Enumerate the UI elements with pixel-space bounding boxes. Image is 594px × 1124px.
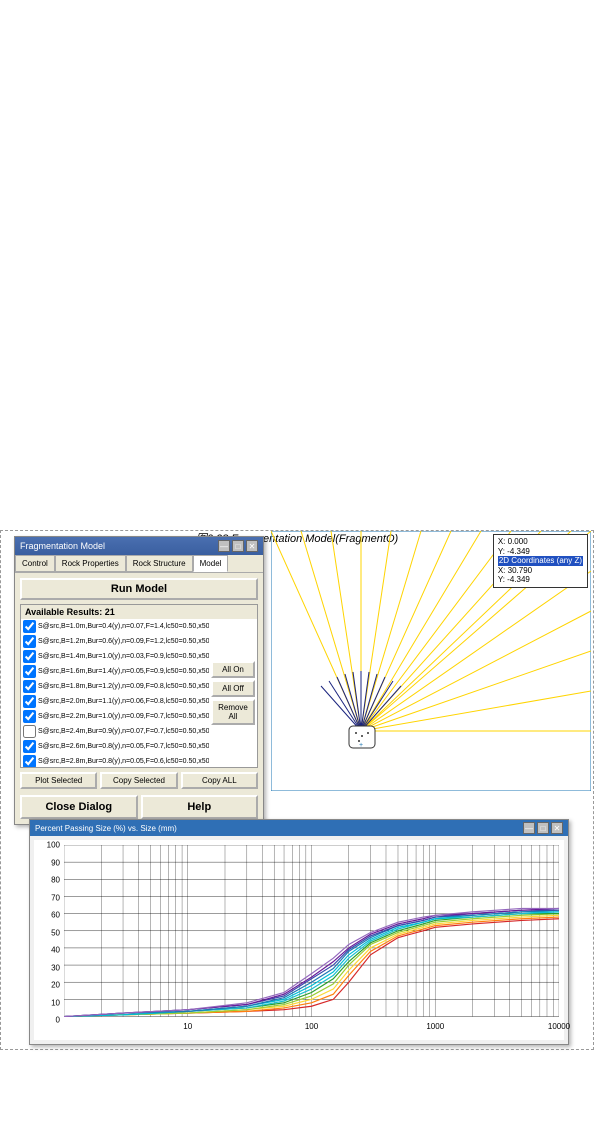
y-tick: 50 (51, 928, 60, 937)
plot-selected-button[interactable]: Plot Selected (20, 772, 97, 789)
minimize-icon[interactable]: — (523, 822, 535, 834)
result-text: S@src,B=1.8m,Bur=1.2(y),n=0.09,F=0.8,lc5… (38, 683, 209, 690)
result-checkbox[interactable] (23, 635, 36, 648)
result-text: S@src,B=1.0m,Bur=0.4(y),n=0.07,F=1.4,lc5… (38, 623, 209, 630)
result-text: S@src,B=2.6m,Bur=0.8(y),n=0.05,F=0.7,lc5… (38, 743, 209, 750)
tab-model[interactable]: Model (193, 555, 229, 572)
list-item[interactable]: S@src,B=2.4m,Bur=0.9(y),n=0.07,F=0.7,lc5… (21, 724, 209, 739)
list-item[interactable]: S@src,B=2.0m,Bur=1.1(y),n=0.06,F=0.8,lc5… (21, 694, 209, 709)
x-tick: 100 (305, 1022, 318, 1031)
result-checkbox[interactable] (23, 665, 36, 678)
tab-control[interactable]: Control (15, 555, 55, 572)
result-text: S@src,B=1.6m,Bur=1.4(y),n=0.05,F=0.9,lc5… (38, 668, 209, 675)
results-list[interactable]: S@src,B=1.0m,Bur=0.4(y),n=0.07,F=1.4,lc5… (21, 619, 209, 767)
y-tick: 10 (51, 998, 60, 1007)
chart-area: 0102030405060708090100 10100100010000 (34, 840, 564, 1040)
list-item[interactable]: S@src,B=1.6m,Bur=1.4(y),n=0.05,F=0.9,lc5… (21, 664, 209, 679)
result-checkbox[interactable] (23, 620, 36, 633)
list-item[interactable]: S@src,B=1.8m,Bur=1.2(y),n=0.09,F=0.8,lc5… (21, 679, 209, 694)
dialog-title: Fragmentation Model (20, 541, 105, 551)
results-header: Available Results: 21 (21, 605, 257, 619)
result-checkbox[interactable] (23, 725, 36, 738)
result-text: S@src,B=1.4m,Bur=1.0(y),n=0.03,F=0.9,lc5… (38, 653, 209, 660)
run-model-button[interactable]: Run Model (20, 578, 258, 600)
remove-all-button[interactable]: Remove All (211, 699, 255, 725)
y-tick: 60 (51, 911, 60, 920)
workspace-canvas: + X: 0.000 Y: -4.349 2D Coordinates (any… (0, 530, 594, 1050)
y-tick: 30 (51, 963, 60, 972)
list-item[interactable]: S@src,B=2.6m,Bur=0.8(y),n=0.05,F=0.7,lc5… (21, 739, 209, 754)
x-tick: 10000 (548, 1022, 570, 1031)
dialog-tabs: ControlRock PropertiesRock StructureMode… (15, 555, 263, 573)
svg-text:+: + (359, 742, 363, 749)
chart-plot (64, 845, 559, 1017)
y-tick: 20 (51, 981, 60, 990)
help-button[interactable]: Help (141, 795, 259, 819)
result-checkbox[interactable] (23, 710, 36, 723)
result-text: S@src,B=1.2m,Bur=0.6(y),n=0.09,F=1.2,lc5… (38, 638, 209, 645)
x-tick: 10 (183, 1022, 192, 1031)
list-item[interactable]: S@src,B=2.2m,Bur=1.0(y),n=0.09,F=0.7,lc5… (21, 709, 209, 724)
result-checkbox[interactable] (23, 740, 36, 753)
list-item[interactable]: S@src,B=1.0m,Bur=0.4(y),n=0.07,F=1.4,lc5… (21, 619, 209, 634)
result-checkbox[interactable] (23, 755, 36, 767)
close-icon[interactable]: ✕ (551, 822, 563, 834)
x-tick: 1000 (426, 1022, 444, 1031)
tab-rock-structure[interactable]: Rock Structure (126, 555, 193, 572)
y-tick: 90 (51, 858, 60, 867)
minimize-icon[interactable]: — (218, 540, 230, 552)
copy-selected-button[interactable]: Copy Selected (100, 772, 177, 789)
chart-titlebar[interactable]: Percent Passing Size (%) vs. Size (mm) —… (30, 820, 568, 836)
list-item[interactable]: S@src,B=2.8m,Bur=0.8(y),n=0.05,F=0.6,lc5… (21, 754, 209, 767)
close-icon[interactable]: ✕ (246, 540, 258, 552)
maximize-icon[interactable]: □ (537, 822, 549, 834)
copy-all-button[interactable]: Copy ALL (181, 772, 258, 789)
y-tick: 80 (51, 876, 60, 885)
tab-rock-properties[interactable]: Rock Properties (55, 555, 126, 572)
y-tick: 0 (56, 1016, 60, 1025)
coord-x2: X: 30.790 (498, 566, 583, 576)
result-text: S@src,B=2.0m,Bur=1.1(y),n=0.06,F=0.8,lc5… (38, 698, 209, 705)
result-checkbox[interactable] (23, 650, 36, 663)
coord-y1: Y: -4.349 (498, 547, 583, 557)
close-dialog-button[interactable]: Close Dialog (20, 795, 138, 819)
list-item[interactable]: S@src,B=1.4m,Bur=1.0(y),n=0.03,F=0.9,lc5… (21, 649, 209, 664)
all-on-button[interactable]: All On (211, 661, 255, 678)
coord-mode: 2D Coordinates (any Z) (498, 556, 583, 566)
all-off-button[interactable]: All Off (211, 680, 255, 697)
chart-title: Percent Passing Size (%) vs. Size (mm) (35, 824, 177, 833)
maximize-icon[interactable]: □ (232, 540, 244, 552)
dialog-titlebar[interactable]: Fragmentation Model — □ ✕ (15, 537, 263, 555)
result-text: S@src,B=2.2m,Bur=1.0(y),n=0.09,F=0.7,lc5… (38, 713, 209, 720)
list-item[interactable]: S@src,B=1.2m,Bur=0.6(y),n=0.09,F=1.2,lc5… (21, 634, 209, 649)
chart-window: Percent Passing Size (%) vs. Size (mm) —… (29, 819, 569, 1045)
fragmentation-dialog: Fragmentation Model — □ ✕ ControlRock Pr… (14, 536, 264, 825)
result-checkbox[interactable] (23, 695, 36, 708)
result-text: S@src,B=2.4m,Bur=0.9(y),n=0.07,F=0.7,lc5… (38, 728, 209, 735)
coord-x1: X: 0.000 (498, 537, 583, 547)
coord-y2: Y: -4.349 (498, 575, 583, 585)
y-tick: 70 (51, 893, 60, 902)
y-tick: 100 (47, 841, 60, 850)
result-checkbox[interactable] (23, 680, 36, 693)
result-text: S@src,B=2.8m,Bur=0.8(y),n=0.05,F=0.6,lc5… (38, 758, 209, 765)
y-tick: 40 (51, 946, 60, 955)
coordinate-readout: X: 0.000 Y: -4.349 2D Coordinates (any Z… (493, 534, 588, 588)
